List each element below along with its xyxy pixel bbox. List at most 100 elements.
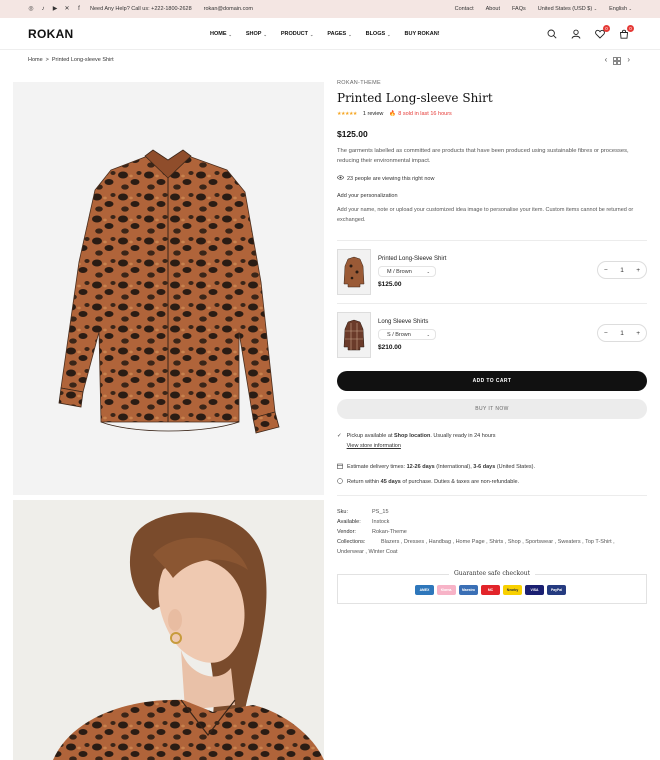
chevron-down-icon: ⌄: [387, 31, 391, 37]
buy-now-button[interactable]: BUY IT NOW: [337, 399, 647, 419]
cart-icon[interactable]: 0: [618, 25, 634, 40]
quantity-value[interactable]: 1: [620, 330, 624, 337]
pickup-availability: ✓ Pickup available at Shop location. Usu…: [337, 433, 496, 449]
product-pager: ‹ ›: [605, 55, 630, 67]
minus-button[interactable]: −: [604, 330, 608, 337]
review-count[interactable]: 1 review: [363, 111, 383, 117]
nav-label: BUY ROKAN!: [404, 31, 440, 37]
youtube-icon[interactable]: ▶: [52, 6, 58, 12]
nav-label: PAGES: [327, 31, 347, 37]
guarantee-label: Guarantee safe checkout: [449, 570, 535, 577]
chevron-down-icon: ⌄: [593, 6, 598, 11]
pickup-location: Shop location: [394, 433, 431, 439]
return-days: 45 days: [380, 479, 401, 485]
chevron-down-icon: ⌄: [263, 31, 267, 37]
sku-label: Sku:: [337, 509, 349, 515]
delivery-estimate: Estimate delivery times: 12-26 days (Int…: [347, 464, 535, 470]
payment-methods: AMEX Klarna. Maestro MC Nearby VISA PayPal: [415, 585, 566, 595]
personalization-description: Add your name, note or upload your custo…: [337, 207, 634, 223]
vendor-value[interactable]: Rokan-Theme: [372, 527, 407, 537]
estimate-suffix: (United States).: [495, 464, 536, 470]
star-rating: ★★★★★: [337, 111, 357, 117]
variant-label: M / Brown: [387, 268, 412, 275]
account-icon[interactable]: [570, 28, 582, 40]
language-label: English: [609, 6, 628, 12]
language-selector[interactable]: English ⌄: [609, 6, 632, 12]
instagram-icon[interactable]: ◎: [28, 6, 34, 12]
product-vendor[interactable]: ROKAN-THEME: [337, 80, 647, 86]
chevron-down-icon: ⌄: [628, 6, 632, 11]
nav-blogs[interactable]: BLOGS ⌄: [366, 31, 391, 37]
nav-home[interactable]: HOME ⌄: [210, 31, 232, 37]
plus-button[interactable]: +: [636, 330, 640, 337]
delivery-info: Estimate delivery times: 12-26 days (Int…: [337, 463, 535, 486]
topbar-link-contact[interactable]: Contact: [455, 6, 474, 12]
add-to-cart-button[interactable]: ADD TO CART: [337, 371, 647, 391]
wishlist-icon[interactable]: 0: [594, 25, 610, 40]
estimate-mid: (International),: [434, 464, 474, 470]
bundle-item-name[interactable]: Long Sleeve Shirts: [378, 319, 436, 325]
topbar-link-about[interactable]: About: [486, 6, 500, 12]
next-product-icon[interactable]: ›: [627, 55, 630, 67]
x-icon[interactable]: ✕: [64, 6, 70, 12]
bundle-item-thumbnail[interactable]: [337, 249, 371, 295]
estimate-intl: 12-26 days: [406, 464, 435, 470]
return-policy: Return within 45 days of purchase. Dutie…: [347, 479, 519, 485]
grid-icon[interactable]: [613, 55, 622, 67]
bundle-item-name[interactable]: Printed Long-Sleeve Shirt: [378, 256, 446, 262]
rating-row: ★★★★★ 1 review 🔥 8 sold in last 16 hours: [337, 111, 647, 117]
sold-text: 8 sold in last 16 hours: [398, 111, 452, 117]
breadcrumb-home[interactable]: Home: [28, 57, 43, 63]
nav-pages[interactable]: PAGES ⌄: [327, 31, 351, 37]
divider: [337, 303, 647, 304]
chevron-down-icon: ⌄: [426, 332, 430, 337]
nav-label: HOME: [210, 31, 227, 37]
chevron-down-icon: ⌄: [348, 31, 352, 37]
pickup-suffix: . Usually ready in 24 hours: [430, 433, 496, 439]
variant-select[interactable]: S / Brown ⌄: [378, 329, 436, 340]
collections-links[interactable]: Blazers , Dresses , Handbag , Home Page …: [381, 537, 615, 547]
plus-button[interactable]: +: [636, 267, 640, 274]
eye-icon: [336, 175, 345, 182]
logo[interactable]: ROKAN: [28, 27, 74, 41]
facebook-icon[interactable]: f: [76, 6, 82, 12]
payment-visa-icon: VISA: [525, 585, 544, 595]
topbar-link-faqs[interactable]: FAQs: [512, 6, 526, 12]
pickup-prefix: Pickup available at: [346, 433, 394, 439]
contact-email[interactable]: rokan@domain.com: [204, 6, 253, 12]
quantity-value[interactable]: 1: [620, 267, 624, 274]
tiktok-icon[interactable]: ♪: [40, 6, 46, 12]
vendor-label: Vendor:: [337, 529, 356, 535]
nav-shop[interactable]: SHOP ⌄: [246, 31, 267, 37]
bundle-item-price: $210.00: [378, 344, 402, 351]
store-info-link[interactable]: View store information: [347, 443, 496, 449]
return-suffix: of purchase. Duties & taxes are non-refu…: [400, 479, 520, 485]
search-icon[interactable]: [546, 28, 558, 40]
estimate-us: 3-6 days: [473, 464, 496, 470]
minus-button[interactable]: −: [604, 267, 608, 274]
product-image-main[interactable]: [13, 82, 324, 495]
estimate-prefix: Estimate delivery times:: [347, 464, 407, 470]
collections-links-continued[interactable]: Underwear , Winter Coat: [337, 547, 398, 557]
quantity-stepper: − 1 +: [597, 261, 647, 279]
quantity-stepper: − 1 +: [597, 324, 647, 342]
nav-label: SHOP: [245, 31, 262, 37]
payment-maestro-icon: Maestro: [459, 585, 478, 595]
bundle-item: Printed Long-Sleeve Shirt M / Brown ⌄ $12…: [337, 248, 647, 296]
nav-buy-rokan[interactable]: BUY ROKAN!: [405, 31, 440, 37]
variant-select[interactable]: M / Brown ⌄: [378, 266, 436, 277]
bundle-item-thumbnail[interactable]: [337, 312, 371, 358]
divider: [337, 240, 647, 241]
collections-label: Collections:: [337, 539, 366, 545]
check-icon: ✓: [337, 433, 342, 439]
return-prefix: Return within: [347, 479, 381, 485]
currency-selector[interactable]: United States (USD $) ⌄: [538, 6, 597, 12]
chevron-down-icon: ⌄: [228, 31, 232, 37]
previous-product-icon[interactable]: ‹: [605, 55, 608, 67]
variant-label: S / Brown: [387, 331, 411, 338]
product-meta: Sku: PS_15 Available: Instock Vendor: Rokan…: [337, 507, 649, 557]
product-price: $125.00: [337, 129, 368, 139]
product-image-model[interactable]: [13, 500, 324, 760]
site-header: ROKAN HOME ⌄ SHOP ⌄ PRODUCT ⌄ PAGES ⌄ BLOGS ⌄…: [0, 18, 660, 50]
nav-product[interactable]: PRODUCT ⌄: [281, 31, 314, 37]
